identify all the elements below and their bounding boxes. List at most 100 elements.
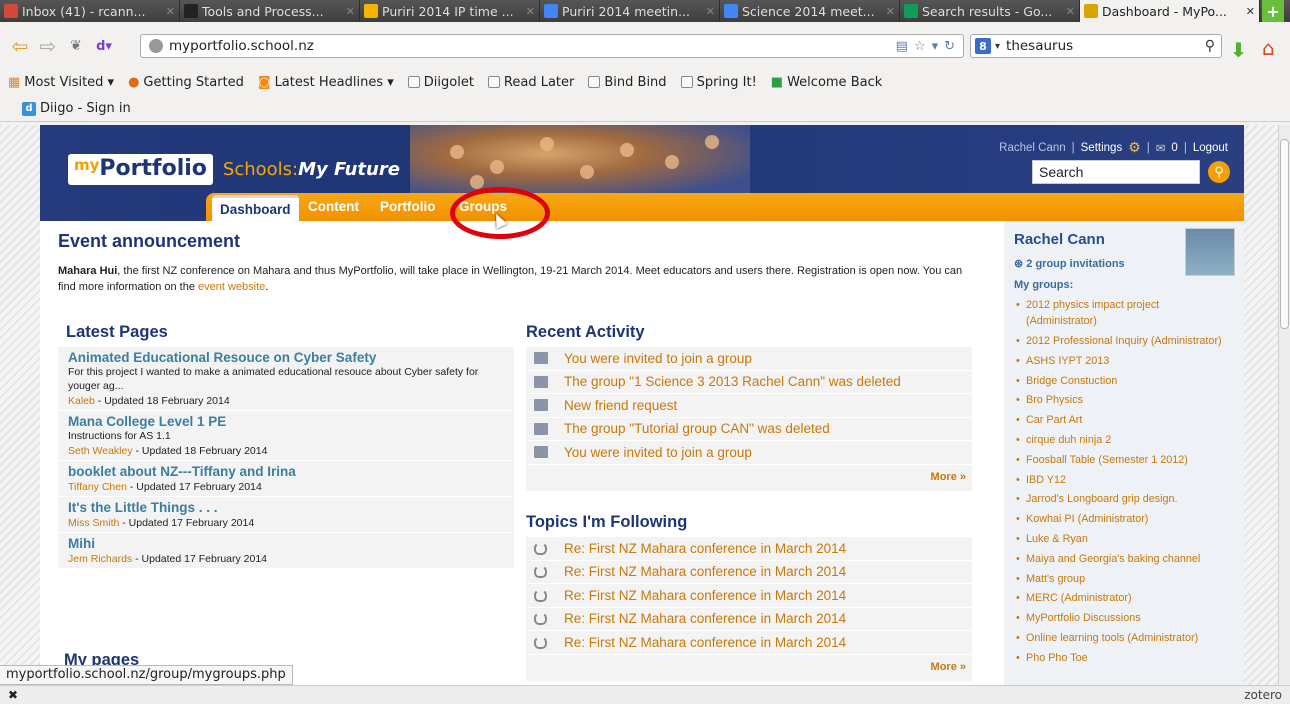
group-link[interactable]: 2012 Professional Inquiry (Administrator…: [1014, 333, 1230, 350]
close-tab-icon[interactable]: ✕: [886, 5, 895, 18]
page-title-link[interactable]: Animated Educational Resouce on Cyber Sa…: [68, 350, 504, 365]
group-link[interactable]: Kowhai PI (Administrator): [1014, 511, 1230, 528]
more-link[interactable]: More »: [526, 655, 972, 681]
author-link[interactable]: Seth Weakley: [68, 445, 133, 457]
group-link[interactable]: ASHS IYPT 2013: [1014, 353, 1230, 370]
message-count[interactable]: 0: [1171, 142, 1177, 154]
zotero-label[interactable]: zotero: [1244, 688, 1282, 702]
browser-tab[interactable]: Puriri 2014 meetin... ✕: [540, 0, 720, 22]
list-item[interactable]: You were invited to join a group: [526, 347, 972, 371]
page-title-link[interactable]: It's the Little Things . . .: [68, 500, 504, 515]
close-tab-icon[interactable]: ✕: [1246, 5, 1255, 18]
list-item[interactable]: New friend request: [526, 394, 972, 418]
group-link[interactable]: Foosball Table (Semester 1 2012): [1014, 452, 1230, 469]
reader-icon[interactable]: ▤: [896, 39, 908, 54]
close-tab-icon[interactable]: ✕: [526, 5, 535, 18]
browser-tab[interactable]: Puriri 2014 IP time ... ✕: [360, 0, 540, 22]
activity-text[interactable]: The group "Tutorial group CAN" was delet…: [564, 421, 830, 436]
bookmark-item[interactable]: ▦ Most Visited ▾: [8, 75, 114, 90]
url-text[interactable]: myportfolio.school.nz: [169, 38, 314, 54]
list-item[interactable]: You were invited to join a group: [526, 441, 972, 465]
group-link[interactable]: Maiya and Georgia's baking channel: [1014, 551, 1230, 568]
search-value[interactable]: thesaurus: [1006, 38, 1073, 54]
list-item[interactable]: Re: First NZ Mahara conference in March …: [526, 584, 972, 608]
logout-link[interactable]: Logout: [1193, 142, 1228, 154]
group-link[interactable]: Matt's group: [1014, 571, 1230, 588]
author-link[interactable]: Kaleb: [68, 395, 95, 407]
diigo-signin[interactable]: Diigo - Sign in: [40, 101, 131, 116]
browser-tab[interactable]: Tools and Process... ✕: [180, 0, 360, 22]
close-tab-icon[interactable]: ✕: [1066, 5, 1075, 18]
bookmark-item[interactable]: Diigolet: [407, 75, 474, 90]
activity-text[interactable]: The group "1 Science 3 2013 Rachel Cann"…: [564, 374, 901, 389]
site-search-input[interactable]: [1032, 160, 1200, 184]
browser-tab[interactable]: Science 2014 meet... ✕: [720, 0, 900, 22]
search-icon[interactable]: ⚲: [1208, 161, 1230, 183]
list-item[interactable]: Re: First NZ Mahara conference in March …: [526, 631, 972, 655]
myportfolio-logo[interactable]: myPortfolio Schools:My Future: [68, 147, 400, 191]
group-invitations-link[interactable]: ⊛ 2 group invitations: [1014, 257, 1125, 270]
list-item[interactable]: Re: First NZ Mahara conference in March …: [526, 608, 972, 631]
bookmark-item[interactable]: Bind Bind: [588, 75, 667, 90]
group-link[interactable]: Bridge Constuction: [1014, 373, 1230, 390]
browser-tab[interactable]: Search results - Go... ✕: [900, 0, 1080, 22]
group-link[interactable]: Luke & Ryan: [1014, 531, 1230, 548]
group-link[interactable]: 2012 physics impact project (Administrat…: [1014, 297, 1230, 330]
browser-tab[interactable]: Dashboard - MyPo... ✕: [1080, 0, 1260, 22]
vertical-scrollbar[interactable]: [1278, 125, 1290, 685]
bookmark-item[interactable]: Read Later: [487, 75, 574, 90]
topic-link[interactable]: Re: First NZ Mahara conference in March …: [564, 588, 846, 603]
bookmark-star-icon[interactable]: ☆: [914, 39, 926, 54]
list-item[interactable]: Re: First NZ Mahara conference in March …: [526, 561, 972, 584]
avatar[interactable]: [1185, 228, 1235, 276]
mail-icon[interactable]: ✉: [1156, 141, 1166, 155]
activity-text[interactable]: You were invited to join a group: [564, 445, 752, 460]
sidebar-user-name[interactable]: Rachel Cann: [1014, 231, 1105, 248]
site-identity-icon[interactable]: [149, 39, 163, 53]
engine-dropdown-icon[interactable]: ▾: [995, 41, 1000, 52]
search-engine-icon[interactable]: 8: [975, 38, 991, 54]
group-link[interactable]: Car Part Art: [1014, 412, 1230, 429]
list-item[interactable]: The group "1 Science 3 2013 Rachel Cann"…: [526, 371, 972, 394]
close-tab-icon[interactable]: ✕: [706, 5, 715, 18]
event-website-link[interactable]: event website: [198, 281, 265, 293]
more-link[interactable]: More »: [526, 465, 972, 491]
page-title-link[interactable]: booklet about NZ---Tiffany and Irina: [68, 464, 504, 479]
page-title-link[interactable]: Mihi: [68, 536, 504, 551]
group-link[interactable]: MERC (Administrator): [1014, 590, 1230, 607]
group-link[interactable]: Jarrod's Longboard grip design.: [1014, 491, 1230, 508]
magnifier-icon[interactable]: ⚲: [1205, 38, 1215, 54]
browser-tab[interactable]: Inbox (41) - rcann... ✕: [0, 0, 180, 22]
bookmark-item[interactable]: ■ Welcome Back: [771, 75, 882, 90]
topic-link[interactable]: Re: First NZ Mahara conference in March …: [564, 611, 846, 626]
list-item[interactable]: Re: First NZ Mahara conference in March …: [526, 537, 972, 561]
dropdown-icon[interactable]: ▾: [932, 39, 939, 54]
url-bar[interactable]: myportfolio.school.nz ▤ ☆ ▾ ↻: [140, 34, 964, 58]
user-name-link[interactable]: Rachel Cann: [999, 142, 1065, 154]
group-link[interactable]: MyPortfolio Discussions: [1014, 610, 1230, 627]
back-arrow-icon[interactable]: ⇦: [6, 33, 34, 59]
gear-icon[interactable]: ⚙: [1128, 139, 1141, 156]
group-link[interactable]: Bro Physics: [1014, 392, 1230, 409]
home-icon[interactable]: ⌂: [1262, 36, 1275, 60]
topic-link[interactable]: Re: First NZ Mahara conference in March …: [564, 541, 846, 556]
activity-text[interactable]: You were invited to join a group: [564, 351, 752, 366]
author-link[interactable]: Miss Smith: [68, 517, 119, 529]
download-icon[interactable]: ⬇: [1230, 38, 1247, 62]
tab-dashboard[interactable]: Dashboard: [212, 195, 299, 221]
bookmark-item[interactable]: ◙ Latest Headlines ▾: [258, 75, 394, 90]
topic-link[interactable]: Re: First NZ Mahara conference in March …: [564, 564, 846, 579]
tab-portfolio[interactable]: Portfolio: [380, 199, 436, 214]
new-tab-icon[interactable]: +: [1262, 0, 1284, 22]
bookmark-item[interactable]: Spring It!: [680, 75, 757, 90]
close-tab-icon[interactable]: ✕: [346, 5, 355, 18]
tab-content[interactable]: Content: [308, 199, 359, 214]
author-link[interactable]: Tiffany Chen: [68, 481, 127, 493]
topic-link[interactable]: Re: First NZ Mahara conference in March …: [564, 635, 846, 650]
diigo-extension-icon[interactable]: ❦: [62, 33, 90, 59]
close-addon-bar-icon[interactable]: ✖: [8, 688, 18, 702]
group-link[interactable]: IBD Y12: [1014, 472, 1230, 489]
search-box[interactable]: 8 ▾ thesaurus ⚲: [970, 34, 1222, 58]
group-link[interactable]: Online learning tools (Administrator): [1014, 630, 1230, 647]
bookmark-item[interactable]: ● Getting Started: [128, 75, 244, 90]
